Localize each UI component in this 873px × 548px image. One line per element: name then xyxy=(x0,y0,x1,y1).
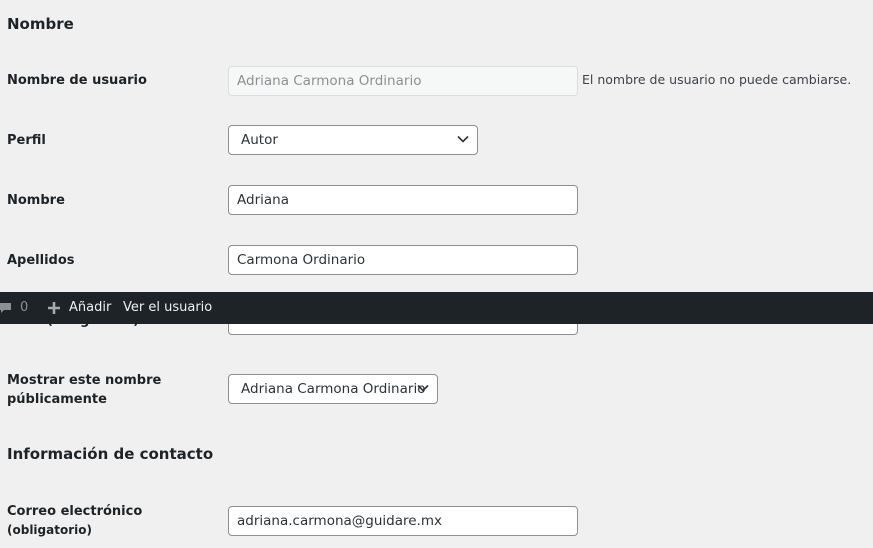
first-name-field[interactable]: Adriana xyxy=(228,185,578,215)
email-label-line1: Correo electrónico xyxy=(7,504,143,519)
admin-bar-view-user-label: Ver el usuario xyxy=(123,300,213,315)
email-field[interactable]: adriana.carmona@guidare.mx xyxy=(228,506,578,536)
role-label: Perfil xyxy=(7,133,46,148)
role-selected-value: Autor xyxy=(241,132,278,148)
section-title-name: Nombre xyxy=(7,15,74,33)
chevron-down-icon xyxy=(457,135,469,143)
comments-count: 0 xyxy=(20,300,29,315)
display-name-label: Mostrar este nombre públicamente xyxy=(7,371,161,409)
admin-bar: 0 Añadir Ver el usuario xyxy=(0,292,873,324)
username-description: El nombre de usuario no puede cambiarse. xyxy=(582,72,852,87)
plus-icon xyxy=(48,302,60,314)
username-label: Nombre de usuario xyxy=(7,73,147,88)
display-name-selected-value: Adriana Carmona Ordinario xyxy=(241,381,426,397)
username-field: Adriana Carmona Ordinario xyxy=(228,66,578,96)
email-label: Correo electrónico (obligatorio) xyxy=(7,502,142,540)
first-name-label: Nombre xyxy=(7,193,65,208)
last-name-field[interactable]: Carmona Ordinario xyxy=(228,245,578,275)
admin-bar-comments[interactable]: 0 xyxy=(0,292,28,324)
last-name-label: Apellidos xyxy=(7,253,75,268)
admin-bar-view-user[interactable]: Ver el usuario xyxy=(123,292,212,324)
display-name-label-line2: públicamente xyxy=(7,392,107,407)
admin-bar-add-label: Añadir xyxy=(69,300,112,315)
display-name-label-line1: Mostrar este nombre xyxy=(7,373,162,388)
role-select[interactable]: Autor xyxy=(228,125,478,155)
chevron-down-icon xyxy=(417,384,429,392)
comment-icon xyxy=(0,303,11,313)
email-label-line2: (obligatorio) xyxy=(7,523,92,537)
admin-bar-add[interactable]: Añadir xyxy=(47,292,111,324)
section-title-contact: Información de contacto xyxy=(7,445,214,463)
display-name-select[interactable]: Adriana Carmona Ordinario xyxy=(228,374,438,404)
